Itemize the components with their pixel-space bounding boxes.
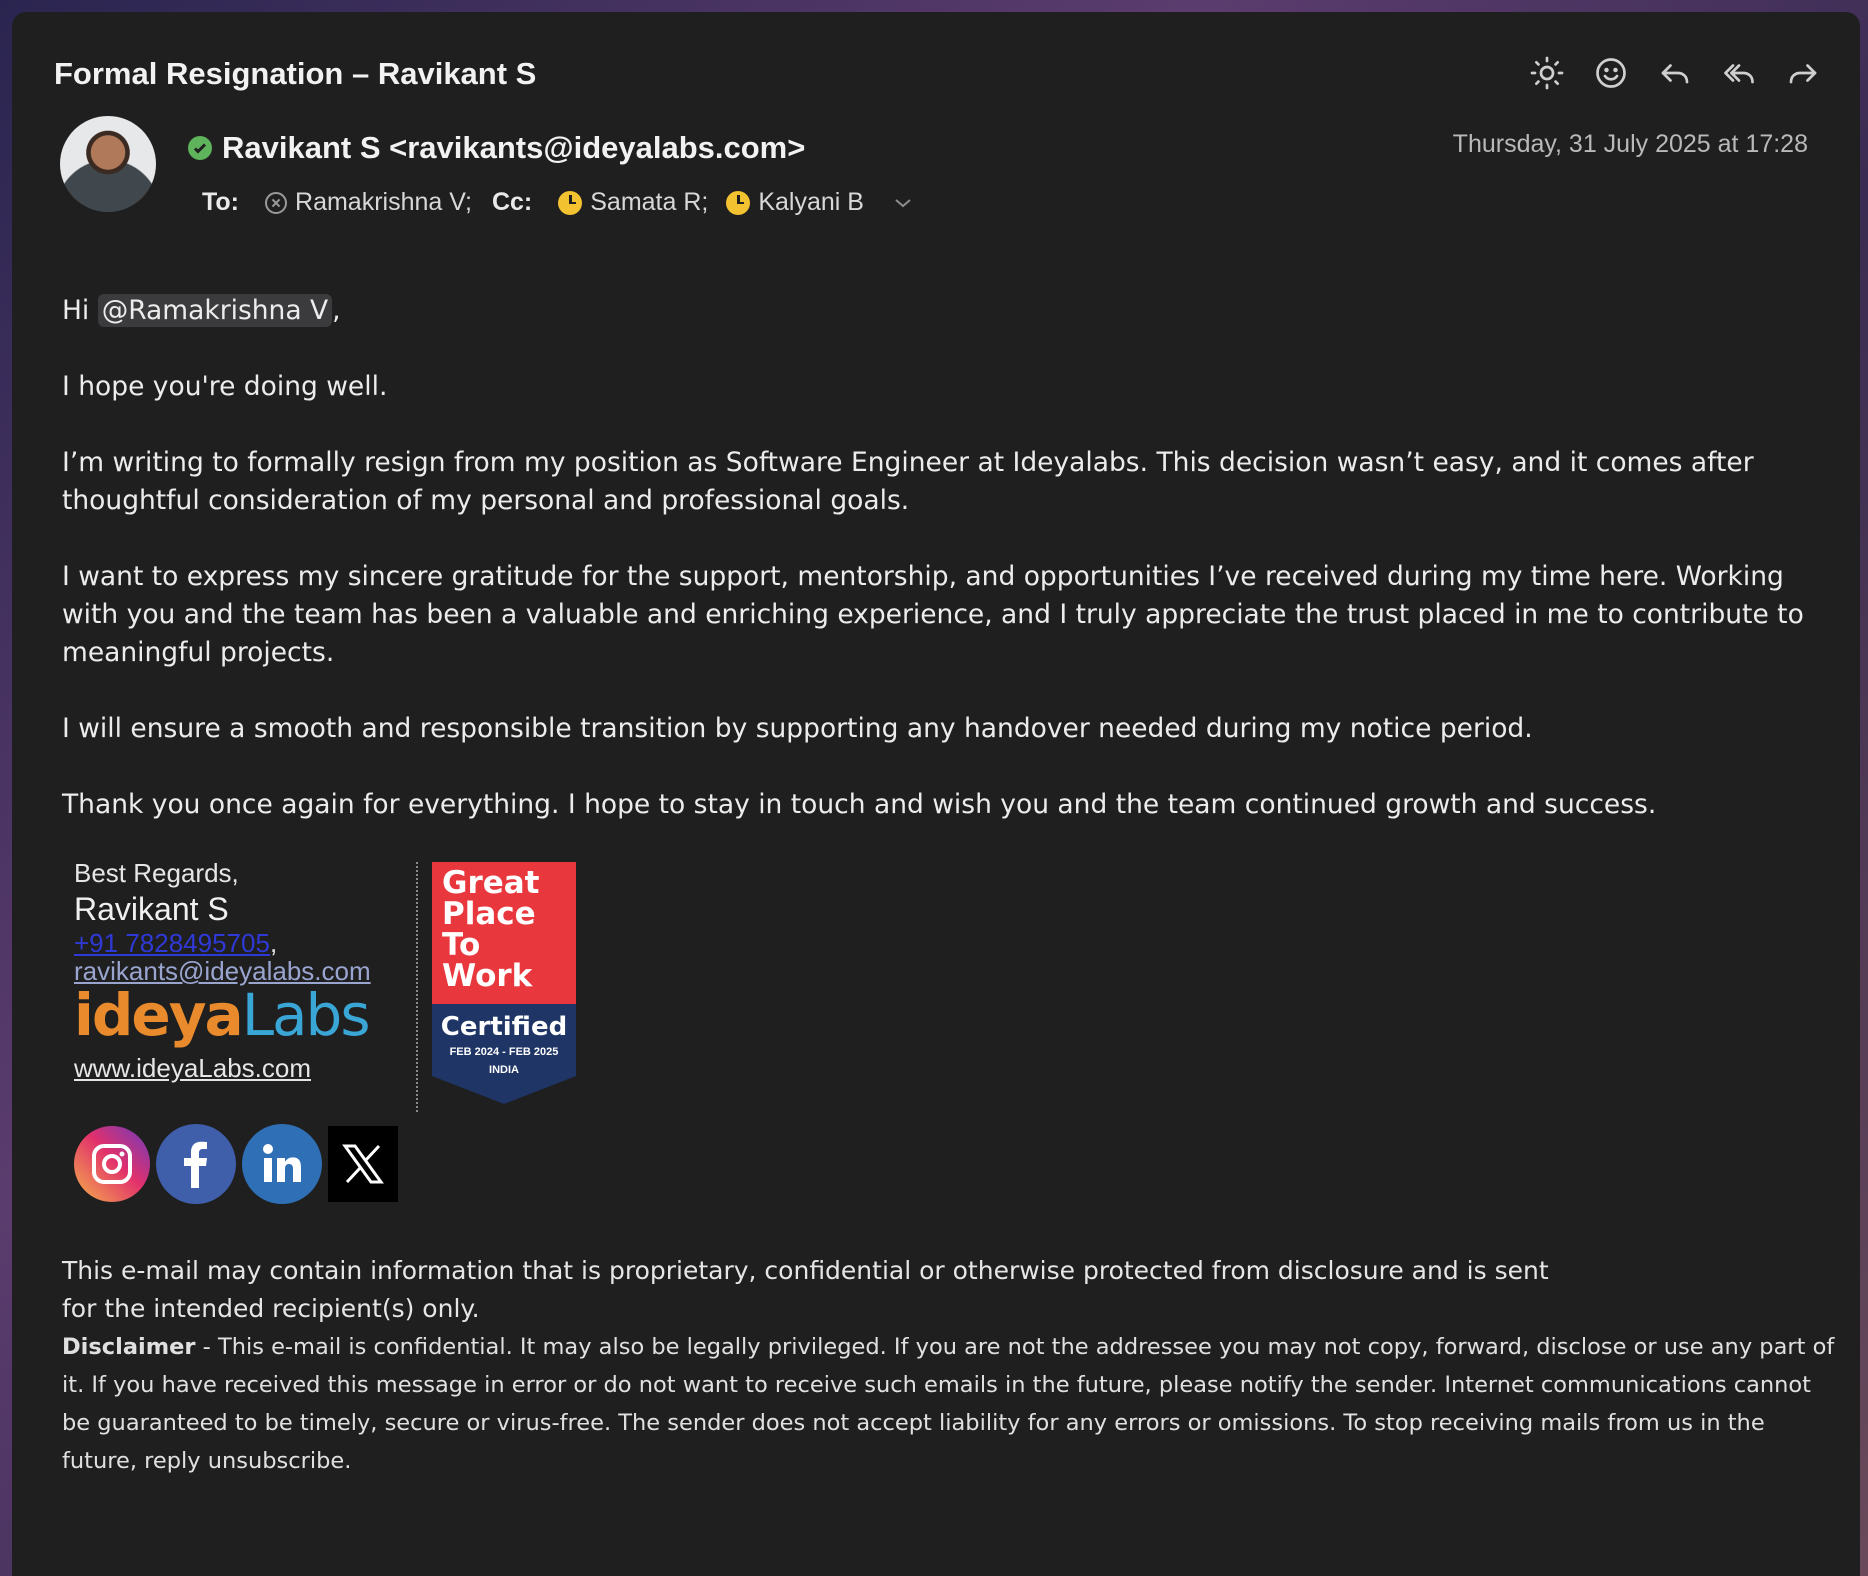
greeting: Hi @Ramakrishna V,	[62, 292, 1842, 330]
message-toolbar	[1526, 52, 1824, 94]
social-links	[74, 1124, 398, 1204]
great-place-to-work-badge: Great Place To Work Certified FEB 2024 -…	[432, 862, 576, 1104]
badge-title: Great Place To Work	[432, 862, 576, 1004]
signature-regards: Best Regards,	[74, 858, 239, 888]
signature-name: Ravikant S	[74, 891, 229, 927]
ideyalabs-logo: ideyaLabs	[74, 981, 414, 1049]
email-date: Thursday, 31 July 2025 at 17:28	[1452, 130, 1808, 158]
badge-line: To	[442, 927, 481, 963]
recipient-name: Kalyani B	[758, 188, 864, 216]
badge-certified: Certified FEB 2024 - FEB 2025 INDIA	[432, 1004, 576, 1104]
recipient-name: Ramakrishna V;	[295, 188, 472, 216]
paragraph-3: I want to express my sincere gratitude f…	[62, 561, 1804, 668]
facebook-icon[interactable]	[156, 1124, 236, 1204]
phone-link[interactable]: +91 7828495705	[74, 928, 270, 958]
sender-name[interactable]: Ravikant S <ravikants@ideyalabs.com>	[222, 130, 805, 166]
badge-line: Work	[442, 958, 533, 994]
clock-icon	[558, 190, 583, 215]
badge-dates: FEB 2024 - FEB 2025	[449, 1046, 559, 1058]
sender-avatar[interactable]	[60, 116, 156, 212]
logo-text-labs: Labs	[241, 981, 371, 1049]
signature-block: Best Regards, Ravikant S +91 7828495705,…	[74, 858, 414, 1084]
disclaimer: Disclaimer - This e-mail is confidential…	[62, 1328, 1842, 1480]
verified-icon	[188, 136, 212, 160]
website-link[interactable]: www.ideyaLabs.com	[74, 1053, 414, 1084]
mention-ramakrishna[interactable]: @Ramakrishna V	[97, 294, 333, 327]
email-body: Hi @Ramakrishna V, I hope you're doing w…	[62, 292, 1842, 862]
unverified-icon	[265, 191, 288, 214]
email-window: Formal Resignation – Ravikant S Ravikant…	[12, 12, 1860, 1576]
reply-all-icon[interactable]	[1718, 52, 1760, 94]
to-label: To:	[202, 188, 240, 216]
recipient-samata[interactable]: Samata R;	[558, 188, 708, 217]
linkedin-icon[interactable]	[242, 1124, 322, 1204]
paragraph-2: I’m writing to formally resign from my p…	[62, 447, 1754, 516]
paragraph-1: I hope you're doing well.	[62, 371, 388, 402]
badge-country: INDIA	[489, 1064, 519, 1076]
x-icon[interactable]	[328, 1126, 398, 1202]
legal-notice: This e-mail may contain information that…	[62, 1252, 1842, 1480]
sender-row: Ravikant S <ravikants@ideyalabs.com>	[188, 130, 805, 166]
forward-icon[interactable]	[1782, 52, 1824, 94]
badge-certified-text: Certified	[440, 1012, 568, 1042]
signature-divider	[416, 862, 418, 1112]
badge-line: Great	[442, 865, 540, 901]
cc-label: Cc:	[491, 188, 533, 216]
paragraph-4: I will ensure a smooth and responsible t…	[62, 713, 1533, 744]
email-subject: Formal Resignation – Ravikant S	[54, 56, 537, 91]
disclaimer-label: Disclaimer	[62, 1334, 196, 1360]
confidential-notice: This e-mail may contain information that…	[62, 1256, 1549, 1323]
phone-row: +91 7828495705,	[74, 928, 414, 958]
phone-separator: ,	[269, 928, 278, 958]
badge-line: Place	[442, 896, 536, 932]
instagram-icon[interactable]	[74, 1126, 150, 1202]
paragraph-5: Thank you once again for everything. I h…	[62, 789, 1657, 820]
greeting-text: Hi	[62, 295, 98, 326]
emoji-icon[interactable]	[1590, 52, 1632, 94]
chevron-down-icon[interactable]	[886, 191, 920, 215]
brightness-icon[interactable]	[1526, 52, 1568, 94]
recipients-row: To: Ramakrishna V; Cc: Samata R; Kalyani…	[202, 188, 920, 217]
recipient-ramakrishna[interactable]: Ramakrishna V;	[265, 188, 472, 217]
reply-icon[interactable]	[1654, 52, 1696, 94]
clock-icon	[726, 190, 751, 215]
recipient-kalyani[interactable]: Kalyani B	[726, 188, 864, 217]
recipient-name: Samata R;	[590, 188, 709, 216]
logo-text-ideya: ideya	[74, 981, 244, 1049]
disclaimer-text: - This e-mail is confidential. It may al…	[62, 1334, 1835, 1474]
greeting-comma: ,	[332, 295, 341, 326]
